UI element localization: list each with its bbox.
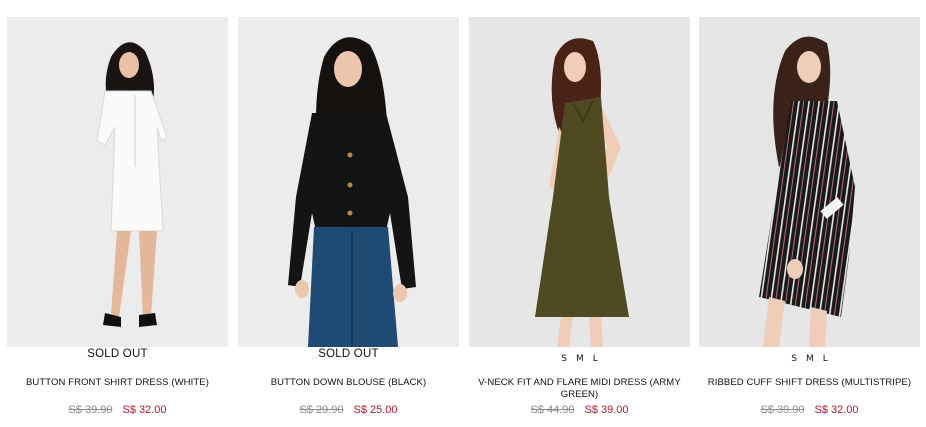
product-photo-white-dress <box>7 17 228 347</box>
product-photo-green-dress <box>469 17 690 347</box>
product-photo-stripe-dress <box>699 17 920 347</box>
product-card[interactable]: S M L V-NECK FIT AND FLARE MIDI DRESS (A… <box>469 17 690 427</box>
product-name[interactable]: BUTTON FRONT SHIRT DRESS (WHITE) <box>13 377 222 389</box>
original-price: S$ 29.90 <box>299 404 344 416</box>
product-name[interactable]: RIBBED CUFF SHIFT DRESS (MULTISTRIPE) <box>705 377 914 389</box>
product-image[interactable] <box>469 17 690 347</box>
sale-price: S$ 32.00 <box>814 404 859 416</box>
price-row: S$ 29.90 S$ 25.00 <box>238 403 459 417</box>
product-card[interactable]: SOLD OUT BUTTON DOWN BLOUSE (BLACK) S$ 2… <box>238 17 459 427</box>
size-option-l[interactable]: L <box>823 352 828 366</box>
original-price: S$ 39.90 <box>68 404 113 416</box>
price-row: S$ 39.90 S$ 32.00 <box>7 403 228 417</box>
size-option-s[interactable]: S <box>791 352 797 366</box>
product-image[interactable] <box>699 17 920 347</box>
sold-out-band: SOLD OUT <box>238 347 459 369</box>
product-image[interactable] <box>7 17 228 347</box>
size-option-m[interactable]: M <box>576 352 584 366</box>
size-options: S M L <box>469 352 690 366</box>
sold-out-label: SOLD OUT <box>318 348 379 360</box>
product-card[interactable]: SOLD OUT BUTTON FRONT SHIRT DRESS (WHITE… <box>7 17 228 427</box>
product-name[interactable]: BUTTON DOWN BLOUSE (BLACK) <box>244 377 453 389</box>
size-option-s[interactable]: S <box>561 352 567 366</box>
price-row: S$ 44.90 S$ 39.00 <box>469 403 690 417</box>
sale-price: S$ 32.00 <box>122 404 167 416</box>
original-price: S$ 44.90 <box>530 404 575 416</box>
original-price: S$ 39.90 <box>760 404 805 416</box>
sale-price: S$ 39.00 <box>584 404 629 416</box>
sale-price: S$ 25.00 <box>353 404 398 416</box>
price-row: S$ 39.90 S$ 32.00 <box>699 403 920 417</box>
size-option-m[interactable]: M <box>806 352 814 366</box>
sold-out-band: SOLD OUT <box>7 347 228 369</box>
product-card[interactable]: S M L RIBBED CUFF SHIFT DRESS (MULTISTRI… <box>699 17 920 427</box>
product-name[interactable]: V-NECK FIT AND FLARE MIDI DRESS (ARMY GR… <box>475 377 684 400</box>
product-photo-black-blouse <box>238 17 459 347</box>
size-options: S M L <box>699 352 920 366</box>
product-image[interactable] <box>238 17 459 347</box>
size-option-l[interactable]: L <box>593 352 598 366</box>
sold-out-label: SOLD OUT <box>87 348 148 360</box>
product-grid: SOLD OUT BUTTON FRONT SHIRT DRESS (WHITE… <box>0 0 926 427</box>
